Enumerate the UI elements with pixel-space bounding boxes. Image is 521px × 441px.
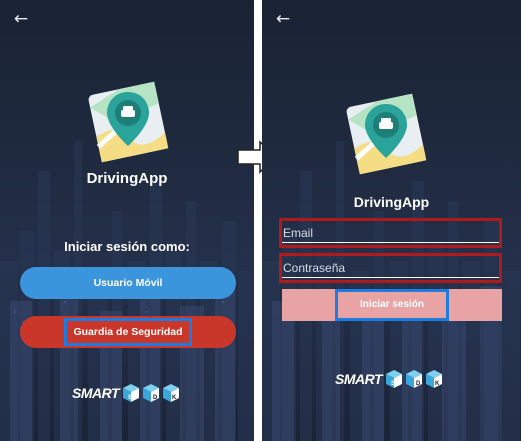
mobile-user-button[interactable]: Usuario Móvil	[20, 267, 236, 299]
email-input[interactable]: Email	[279, 218, 502, 248]
sdk-letter-k: K	[172, 395, 177, 401]
smart-sdk-logo: SMART S D K	[72, 382, 183, 404]
sdk-letter-s: S	[128, 395, 132, 401]
smart-logo-text: SMART	[72, 385, 120, 401]
security-guard-button-label: Guardia de Seguridad	[64, 318, 192, 346]
smart-logo-text: SMART	[335, 371, 383, 387]
email-placeholder: Email	[283, 226, 314, 240]
sdk-cubes-icon: S D K	[386, 370, 443, 388]
password-placeholder: Contraseña	[283, 261, 346, 275]
app-logo-icon	[88, 81, 169, 163]
sdk-letter-k: K	[435, 381, 440, 387]
app-name: DrivingApp	[86, 170, 168, 187]
back-arrow-icon[interactable]: ←	[12, 10, 30, 28]
sdk-cubes-icon: S D K	[123, 384, 180, 402]
sdk-letter-d: D	[153, 395, 158, 401]
app-logo-icon	[346, 93, 427, 175]
login-button-label: Iniciar sesión	[335, 289, 449, 321]
login-as-label: Iniciar sesión como:	[64, 239, 190, 254]
login-type-screen: ← DrivingApp Iniciar sesión como: Usuari…	[0, 0, 254, 441]
mobile-user-button-label: Usuario Móvil	[93, 277, 163, 289]
login-button[interactable]: Iniciar sesión	[282, 289, 502, 321]
back-arrow-icon[interactable]: ←	[274, 10, 292, 28]
screen-divider	[254, 0, 262, 441]
app-name: DrivingApp	[353, 194, 430, 210]
login-form-screen: ← DrivingApp Email Contraseña Iniciar se…	[262, 0, 521, 441]
security-guard-button[interactable]: Guardia de Seguridad	[20, 316, 236, 348]
password-input[interactable]: Contraseña	[279, 253, 502, 283]
password-underline	[282, 277, 499, 278]
sdk-letter-d: D	[416, 381, 421, 387]
email-underline	[282, 242, 499, 243]
sdk-letter-s: S	[391, 381, 395, 387]
smart-sdk-logo: SMART S D K	[335, 368, 446, 390]
